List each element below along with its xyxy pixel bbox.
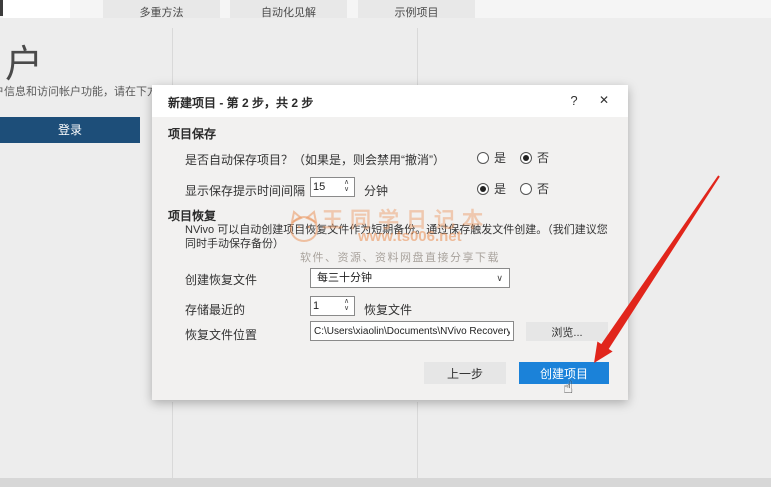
reminder-unit-label: 分钟 [364, 182, 388, 199]
autosave-option-yes[interactable]: 是 [477, 149, 506, 166]
grid-divider [417, 28, 418, 85]
reminder-interval-stepper: ∧ ∨ [310, 177, 355, 197]
tab-sample-project[interactable]: 示例项目 [358, 0, 475, 18]
create-project-button[interactable]: 创建项目 [519, 362, 609, 384]
top-left-tile [3, 0, 70, 18]
back-button[interactable]: 上一步 [424, 362, 506, 384]
store-recent-unit-label: 恢复文件 [364, 301, 412, 318]
radio-icon-checked[interactable] [520, 152, 532, 164]
radio-label: 是 [494, 149, 506, 166]
store-recent-stepper: ∧ ∨ [310, 296, 355, 316]
radio-label: 否 [537, 180, 549, 197]
account-heading-fragment: 户 [5, 33, 44, 88]
store-recent-label: 存储最近的 [185, 301, 245, 318]
reminder-label: 显示保存提示时间间隔 [185, 182, 305, 199]
radio-icon-checked[interactable] [477, 183, 489, 195]
store-recent-input[interactable] [313, 297, 339, 315]
recovery-location-label: 恢复文件位置 [185, 326, 257, 343]
radio-label: 否 [537, 149, 549, 166]
help-icon[interactable]: ? [566, 93, 582, 108]
app-window: 多重方法 自动化见解 示例项目 户 户信息和访问帐户功能，请在下方登 登录 新建… [0, 0, 771, 487]
dialog-titlebar[interactable]: 新建项目 - 第 2 步，共 2 步 ? ✕ [152, 85, 628, 117]
bottom-status-strip [0, 478, 771, 487]
reminder-interval-input[interactable] [313, 178, 339, 196]
autosave-radio-group: 是 否 [477, 149, 549, 166]
close-icon[interactable]: ✕ [596, 93, 612, 107]
recovery-frequency-dropdown[interactable]: 每三十分钟 ∨ [310, 268, 510, 288]
chevron-down-icon[interactable]: ∨ [341, 305, 352, 314]
recovery-description: NVivo 可以自动创建项目恢复文件作为短期备份。通过保存触发文件创建。（我们建… [185, 223, 615, 251]
new-project-dialog: 新建项目 - 第 2 步，共 2 步 ? ✕ 项目保存 是否自动保存项目？（如果… [152, 85, 628, 400]
reminder-radio-group: 是 否 [477, 180, 549, 197]
account-info-text: 户信息和访问帐户功能，请在下方登 [0, 83, 163, 99]
browse-button[interactable]: 浏览... [526, 322, 608, 341]
radio-label: 是 [494, 180, 506, 197]
section-project-recovery-heading: 项目恢复 [168, 207, 216, 224]
login-button[interactable]: 登录 [0, 117, 140, 143]
create-recovery-label: 创建恢复文件 [185, 271, 257, 288]
window-edge-sliver [0, 0, 3, 16]
autosave-label: 是否自动保存项目？（如果是，则会禁用“撤消”） [185, 151, 445, 168]
grid-divider [417, 402, 418, 487]
tab-automated-insights[interactable]: 自动化见解 [230, 0, 347, 18]
dropdown-chevron-icon: ∨ [496, 269, 503, 287]
dialog-title: 新建项目 - 第 2 步，共 2 步 [168, 94, 313, 111]
tab-mixed-methods[interactable]: 多重方法 [103, 0, 220, 18]
recovery-location-input[interactable] [310, 321, 514, 341]
dropdown-value: 每三十分钟 [317, 272, 372, 284]
radio-icon[interactable] [477, 152, 489, 164]
grid-divider [172, 28, 173, 85]
chevron-down-icon[interactable]: ∨ [341, 186, 352, 195]
radio-icon[interactable] [520, 183, 532, 195]
reminder-option-no[interactable]: 否 [520, 180, 549, 197]
autosave-option-no[interactable]: 否 [520, 149, 549, 166]
section-project-save-heading: 项目保存 [168, 125, 216, 142]
grid-divider [172, 402, 173, 487]
reminder-option-yes[interactable]: 是 [477, 180, 506, 197]
